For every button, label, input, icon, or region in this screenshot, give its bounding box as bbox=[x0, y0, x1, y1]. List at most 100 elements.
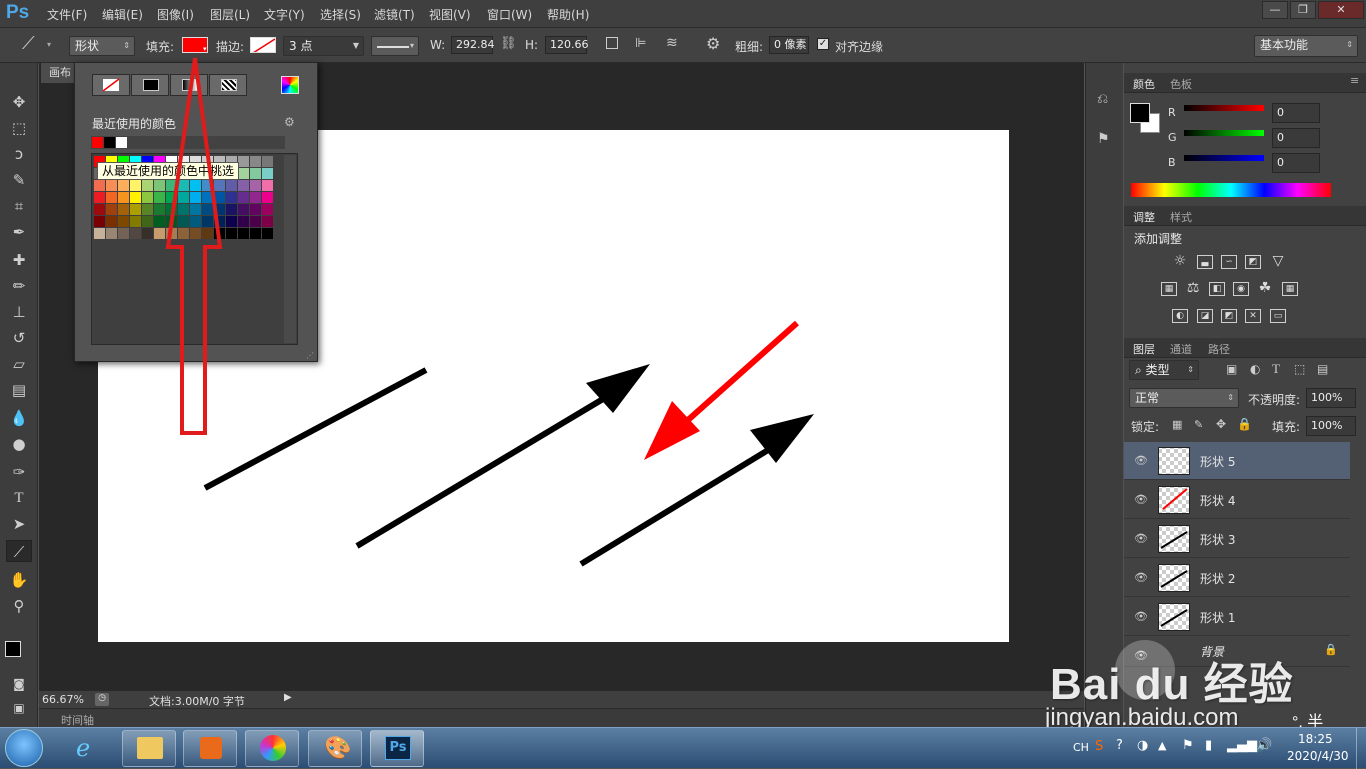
eyedropper-tool-icon[interactable]: ✒ bbox=[6, 221, 32, 243]
tab-layers[interactable]: 图层 bbox=[1133, 341, 1155, 357]
lock-pixels-icon[interactable]: ✎ bbox=[1194, 418, 1203, 431]
tab-color[interactable]: 颜色 bbox=[1133, 76, 1155, 92]
foreground-color-chip[interactable] bbox=[1130, 103, 1150, 123]
foreground-color-swatch[interactable] bbox=[5, 641, 21, 657]
posterize-icon[interactable]: ◪ bbox=[1197, 309, 1213, 323]
hand-tool-icon[interactable]: ✋ bbox=[6, 569, 32, 591]
width-field[interactable]: 292.84 bbox=[451, 36, 495, 54]
mode-dropdown[interactable]: 形状 ⇕ bbox=[69, 36, 135, 56]
recent-color-swatch[interactable] bbox=[104, 137, 115, 148]
minimize-button[interactable]: — bbox=[1262, 1, 1288, 19]
color-swatch[interactable] bbox=[142, 204, 153, 215]
resize-grip-icon[interactable]: ⋰ bbox=[306, 351, 314, 360]
history-panel-icon[interactable]: ⎌ bbox=[1097, 91, 1108, 107]
screen-mode-icon[interactable]: ▣ bbox=[6, 697, 32, 719]
threshold-icon[interactable]: ◩ bbox=[1221, 309, 1237, 323]
healing-brush-tool-icon[interactable]: ✚ bbox=[6, 249, 32, 271]
start-button[interactable] bbox=[5, 729, 43, 767]
color-swatch[interactable] bbox=[94, 228, 105, 239]
layer-row[interactable]: 👁 形状 1 bbox=[1124, 598, 1350, 636]
eraser-tool-icon[interactable]: ▱ bbox=[6, 353, 32, 375]
brush-tool-icon[interactable]: ✏ bbox=[6, 275, 32, 297]
swatch-settings-gear-icon[interactable]: ⚙ bbox=[284, 115, 295, 129]
hue-saturation-icon[interactable]: ▦ bbox=[1161, 282, 1177, 296]
lock-transparent-icon[interactable]: ▦ bbox=[1172, 418, 1182, 431]
stroke-swatch-button[interactable] bbox=[250, 37, 276, 53]
color-picker-icon[interactable] bbox=[281, 76, 299, 94]
type-tool-icon[interactable]: T bbox=[6, 487, 32, 509]
color-swatch[interactable] bbox=[238, 228, 249, 239]
properties-panel-icon[interactable]: ⚑ bbox=[1097, 131, 1110, 147]
power-icon[interactable]: ▮ bbox=[1205, 738, 1212, 753]
color-swatch[interactable] bbox=[262, 168, 273, 179]
color-swatch[interactable] bbox=[226, 180, 237, 191]
menu-help[interactable]: 帮助(H) bbox=[547, 6, 589, 23]
color-swatch[interactable] bbox=[106, 216, 117, 227]
menu-select[interactable]: 选择(S) bbox=[320, 6, 361, 23]
layer-row[interactable]: 👁 形状 5 bbox=[1124, 442, 1350, 480]
color-swatch[interactable] bbox=[106, 204, 117, 215]
color-swatch[interactable] bbox=[250, 168, 261, 179]
filter-type-icon[interactable]: T bbox=[1272, 361, 1280, 377]
b-slider[interactable] bbox=[1184, 155, 1264, 161]
media-player-taskbar-icon[interactable] bbox=[183, 730, 237, 767]
color-swatch[interactable] bbox=[142, 192, 153, 203]
input-method-icon[interactable]: S bbox=[1095, 739, 1103, 754]
tray-icon[interactable]: ◑ bbox=[1137, 738, 1148, 753]
color-swatch[interactable] bbox=[118, 204, 129, 215]
menu-window[interactable]: 窗口(W) bbox=[487, 6, 532, 23]
align-edges-checkbox[interactable]: ✓ bbox=[817, 38, 829, 50]
layer-row[interactable]: 👁 形状 3 bbox=[1124, 520, 1350, 558]
color-swatch[interactable] bbox=[94, 180, 105, 191]
color-swatch[interactable] bbox=[250, 216, 261, 227]
weight-field[interactable]: 0 像素 bbox=[769, 36, 809, 54]
quick-mask-icon[interactable]: ◙ bbox=[6, 673, 32, 695]
brightness-icon[interactable]: ☼ bbox=[1172, 254, 1188, 269]
swatch-scrollbar[interactable] bbox=[284, 155, 296, 343]
color-swatch[interactable] bbox=[250, 180, 261, 191]
recent-color-swatch[interactable] bbox=[92, 137, 103, 148]
b-value[interactable]: 0 bbox=[1272, 153, 1320, 173]
color-swatch[interactable] bbox=[130, 204, 141, 215]
color-swatch[interactable] bbox=[238, 180, 249, 191]
clock-time[interactable]: 18:25 bbox=[1298, 732, 1333, 746]
explorer-taskbar-icon[interactable] bbox=[122, 730, 176, 767]
tab-paths[interactable]: 路径 bbox=[1208, 341, 1230, 357]
line-tool-icon[interactable]: ⟋ bbox=[22, 33, 35, 54]
zoom-level[interactable]: 66.67% bbox=[42, 693, 84, 706]
status-info-icon[interactable]: ◷ bbox=[95, 693, 109, 706]
menu-filter[interactable]: 滤镜(T) bbox=[374, 6, 415, 23]
photo-filter-icon[interactable]: ◉ bbox=[1233, 282, 1249, 296]
network-icon[interactable]: ▂▄▆ bbox=[1227, 738, 1257, 753]
crop-tool-icon[interactable]: ⌗ bbox=[6, 195, 32, 217]
zoom-tool-icon[interactable]: ⚲ bbox=[6, 595, 32, 617]
menu-view[interactable]: 视图(V) bbox=[429, 6, 471, 23]
workspace-dropdown[interactable]: 基本功能 ⇕ bbox=[1254, 35, 1358, 57]
filter-adjustment-icon[interactable]: ◐ bbox=[1250, 362, 1260, 376]
clone-stamp-tool-icon[interactable]: ⊥ bbox=[6, 301, 32, 323]
close-button[interactable]: ✕ bbox=[1318, 1, 1364, 19]
restore-button[interactable]: ❐ bbox=[1290, 1, 1316, 19]
tab-swatches[interactable]: 色板 bbox=[1170, 76, 1192, 92]
visibility-eye-icon[interactable]: 👁 bbox=[1134, 454, 1148, 467]
selective-color-icon[interactable]: ✕ bbox=[1245, 309, 1261, 323]
move-tool-icon[interactable]: ✥ bbox=[6, 91, 32, 113]
stroke-type-dropdown[interactable]: ▾ bbox=[371, 36, 419, 56]
color-balance-icon[interactable]: ⚖ bbox=[1185, 281, 1201, 296]
solid-color-button[interactable] bbox=[131, 74, 169, 96]
height-field[interactable]: 120.66 bbox=[545, 36, 589, 54]
color-swatch[interactable] bbox=[106, 192, 117, 203]
status-menu-arrow-icon[interactable]: ▶ bbox=[284, 692, 292, 703]
lasso-tool-icon[interactable]: ↄ bbox=[6, 143, 32, 165]
photoshop-taskbar-icon[interactable]: Ps bbox=[370, 730, 424, 767]
r-slider[interactable] bbox=[1184, 105, 1264, 111]
filter-pixel-icon[interactable]: ▣ bbox=[1226, 362, 1237, 376]
levels-icon[interactable]: ▃ bbox=[1197, 255, 1213, 269]
color-swatch[interactable] bbox=[106, 228, 117, 239]
color-swatch[interactable] bbox=[238, 216, 249, 227]
color-swatch[interactable] bbox=[142, 216, 153, 227]
lock-all-icon[interactable]: 🔒 bbox=[1237, 417, 1252, 431]
color-swatch[interactable] bbox=[154, 204, 165, 215]
layer-filter-dropdown[interactable]: ⌕ 类型 ⇕ bbox=[1129, 360, 1199, 380]
path-select-tool-icon[interactable]: ➤ bbox=[6, 513, 32, 535]
